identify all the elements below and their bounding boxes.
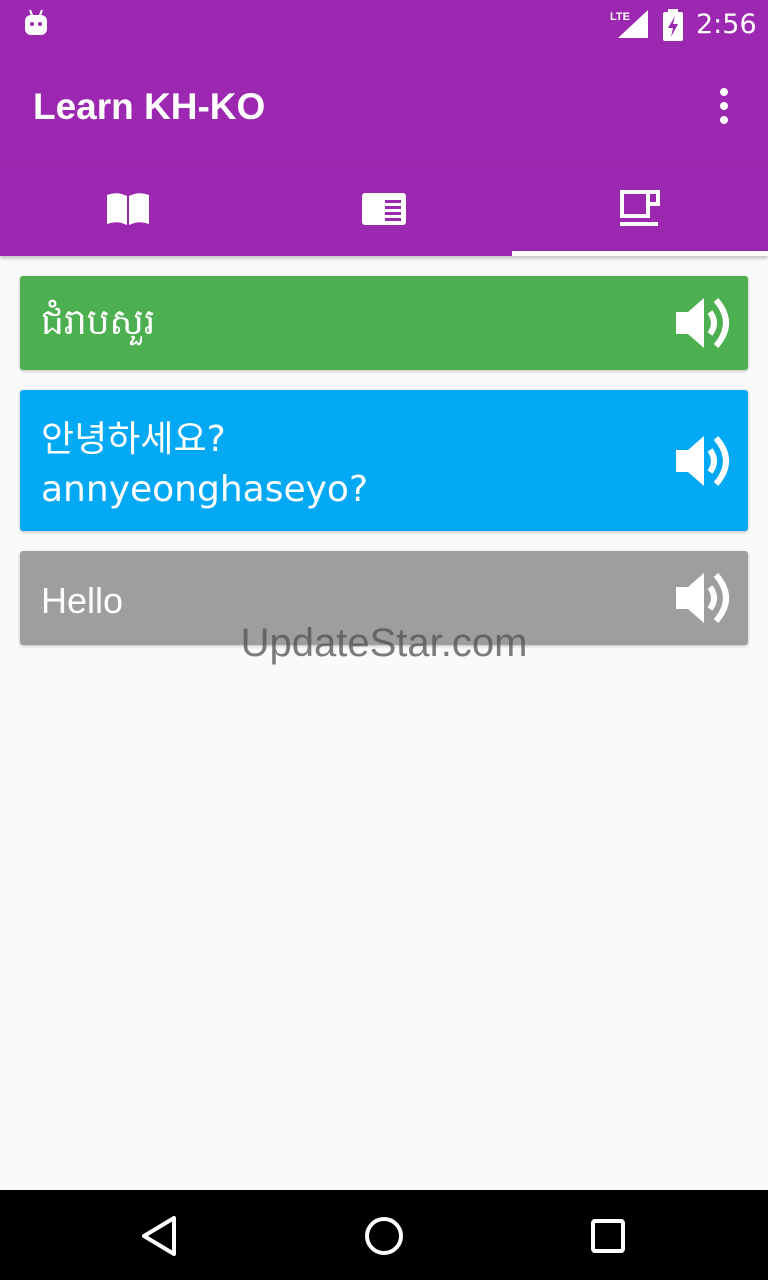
android-icon [25,9,47,35]
watermark: UpdateStar.com [240,621,528,665]
korean-text: 안녕하세요? [41,419,226,460]
status-time: 2:56 [696,9,757,40]
volume-up-icon[interactable] [674,292,738,354]
navigation-bar [0,1190,768,1280]
article-icon [362,193,406,225]
back-triangle-icon[interactable] [136,1212,184,1260]
volume-up-icon[interactable] [674,430,738,492]
tab-bar [0,162,768,256]
korean-text-block: 안녕하세요? annyeonghaseyo? [41,415,368,515]
recents-square-icon[interactable] [584,1212,632,1260]
tab-coffee[interactable] [512,162,768,256]
lte-signal-icon: LTE [610,10,648,38]
svg-text:LTE: LTE [610,11,630,23]
coffee-cup-icon [620,190,660,226]
khmer-text: ជំរាបសួរ [41,302,156,343]
book-icon [107,193,149,225]
more-vertical-icon[interactable] [708,86,740,126]
khmer-phrase-card[interactable]: ជំរាបសួរ [20,276,748,370]
app-bar: Learn KH-KO [0,50,768,162]
tab-article[interactable] [256,162,512,256]
home-circle-icon[interactable] [360,1212,408,1260]
tab-book[interactable] [0,162,256,256]
app-title: Learn KH-KO [33,86,266,127]
korean-phrase-card[interactable]: 안녕하세요? annyeonghaseyo? [20,390,748,531]
battery-charging-icon [663,9,683,41]
korean-romanized-text: annyeonghaseyo? [41,469,369,510]
status-bar: LTE 2:56 [0,0,768,50]
